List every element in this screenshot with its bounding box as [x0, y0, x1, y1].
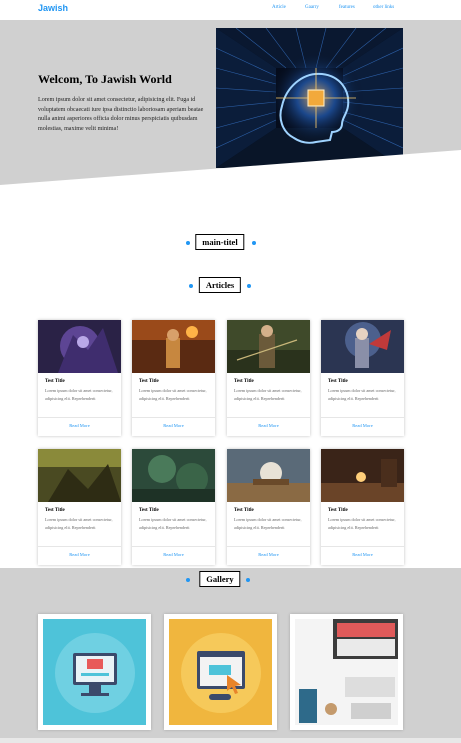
gallery-image: [169, 619, 272, 725]
main-title-section: main-titel: [0, 234, 461, 252]
article-card: Test Title Lorem ipsum dolor sit amet co…: [132, 449, 215, 565]
article-title: Test Title: [234, 508, 254, 513]
article-image: [321, 449, 404, 502]
read-more-button[interactable]: Read More: [132, 552, 215, 557]
read-more-button[interactable]: Read More: [132, 423, 215, 428]
article-card: Test Title Lorem ipsum dolor sit amet co…: [227, 320, 310, 436]
gallery-section: Gallery: [0, 568, 461, 743]
article-card: Test Title Lorem ipsum dolor sit amet co…: [227, 449, 310, 565]
nav-link-features[interactable]: features: [339, 5, 355, 10]
read-more-button[interactable]: Read More: [227, 423, 310, 428]
article-text: Lorem ipsum dolor sit amet consectetur, …: [45, 388, 113, 401]
read-more-button[interactable]: Read More: [321, 552, 404, 557]
article-text: Lorem ipsum dolor sit amet consectetur, …: [139, 517, 207, 530]
article-text: Lorem ipsum dolor sit amet consectetur, …: [234, 517, 302, 530]
site-header: Jawish Article Gaarry features other lin…: [0, 0, 461, 20]
gallery-item[interactable]: [38, 614, 151, 730]
articles-title: Articles: [198, 277, 242, 293]
article-title: Test Title: [45, 379, 65, 384]
article-image: [321, 320, 404, 373]
read-more-button[interactable]: Read More: [38, 552, 121, 557]
title-dot-right: [247, 284, 251, 288]
article-image: [227, 320, 310, 373]
gallery-title-section: Gallery: [0, 571, 461, 589]
article-title: Test Title: [139, 379, 159, 384]
main-title: main-titel: [195, 234, 245, 250]
footer-divider: [0, 738, 461, 743]
nav-link-article[interactable]: Article: [272, 5, 286, 10]
title-dot-right: [252, 241, 256, 245]
gallery-title: Gallery: [199, 571, 241, 587]
article-card: Test Title Lorem ipsum dolor sit amet co…: [38, 320, 121, 436]
article-divider: [132, 546, 215, 547]
main-nav: Article Gaarry features other links: [0, 5, 461, 15]
article-card: Test Title Lorem ipsum dolor sit amet co…: [38, 449, 121, 565]
hero-section: Welcom, To Jawish World Lorem ipsum dolo…: [0, 20, 461, 185]
nav-link-other-links[interactable]: other links: [373, 5, 394, 10]
article-text: Lorem ipsum dolor sit amet consectetur, …: [234, 388, 302, 401]
article-image: [38, 320, 121, 373]
article-text: Lorem ipsum dolor sit amet consectetur, …: [139, 388, 207, 401]
title-dot-left: [186, 578, 190, 582]
article-divider: [227, 417, 310, 418]
article-divider: [321, 546, 404, 547]
gallery-image: [43, 619, 146, 725]
article-title: Test Title: [328, 379, 348, 384]
article-card: Test Title Lorem ipsum dolor sit amet co…: [321, 320, 404, 436]
gallery-item[interactable]: [164, 614, 277, 730]
article-title: Test Title: [328, 508, 348, 513]
title-dot-left: [189, 284, 193, 288]
title-dot-right: [246, 578, 250, 582]
article-image: [132, 449, 215, 502]
article-image: [227, 449, 310, 502]
article-card: Test Title Lorem ipsum dolor sit amet co…: [321, 449, 404, 565]
article-divider: [38, 417, 121, 418]
article-text: Lorem ipsum dolor sit amet consectetur, …: [45, 517, 113, 530]
read-more-button[interactable]: Read More: [38, 423, 121, 428]
article-image: [132, 320, 215, 373]
gallery-image: [295, 619, 398, 725]
article-divider: [132, 417, 215, 418]
article-title: Test Title: [234, 379, 254, 384]
article-card: Test Title Lorem ipsum dolor sit amet co…: [132, 320, 215, 436]
article-image: [38, 449, 121, 502]
article-divider: [227, 546, 310, 547]
article-text: Lorem ipsum dolor sit amet consectetur, …: [328, 388, 396, 401]
article-text: Lorem ipsum dolor sit amet consectetur, …: [328, 517, 396, 530]
gallery-item[interactable]: [290, 614, 403, 730]
article-title: Test Title: [139, 508, 159, 513]
read-more-button[interactable]: Read More: [227, 552, 310, 557]
article-title: Test Title: [45, 508, 65, 513]
article-divider: [38, 546, 121, 547]
nav-link-gallery[interactable]: Gaarry: [305, 5, 319, 10]
articles-title-section: Articles: [0, 277, 461, 295]
title-dot-left: [186, 241, 190, 245]
read-more-button[interactable]: Read More: [321, 423, 404, 428]
article-divider: [321, 417, 404, 418]
